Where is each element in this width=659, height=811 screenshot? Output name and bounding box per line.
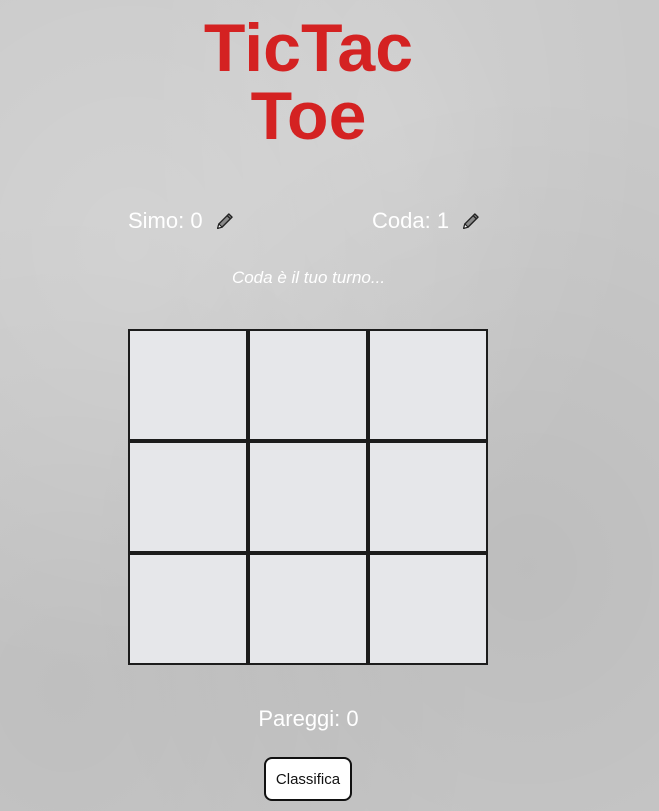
board-cell-8[interactable] xyxy=(250,555,366,663)
game-title: TicTac Toe xyxy=(0,14,617,150)
edit-player-2-name-button[interactable] xyxy=(459,209,483,233)
game-title-line-2: Toe xyxy=(250,78,367,154)
board-cell-3[interactable] xyxy=(370,331,486,439)
pencil-icon xyxy=(463,213,479,230)
board-cell-5[interactable] xyxy=(250,443,366,551)
leaderboard-button[interactable]: Classifica xyxy=(264,757,352,801)
game-title-line-1: TicTac xyxy=(203,10,414,86)
player-1-score: Simo: 0 xyxy=(128,206,237,236)
board-cell-2[interactable] xyxy=(250,331,366,439)
board-cell-4[interactable] xyxy=(130,443,246,551)
player-1-label: Simo: 0 xyxy=(128,208,203,233)
turn-indicator: Coda è il tuo turno... xyxy=(231,268,386,287)
draws-counter: Pareggi: 0 xyxy=(258,706,359,731)
pencil-icon xyxy=(216,213,233,230)
edit-player-1-name-button[interactable] xyxy=(213,209,237,233)
board-cell-7[interactable] xyxy=(130,555,246,663)
board-cell-1[interactable] xyxy=(130,331,246,439)
board-cell-6[interactable] xyxy=(370,443,486,551)
player-2-label: Coda: 1 xyxy=(372,208,450,233)
player-2-score: Coda: 1 xyxy=(372,206,483,236)
board-cell-9[interactable] xyxy=(370,555,486,663)
game-board xyxy=(128,329,488,665)
